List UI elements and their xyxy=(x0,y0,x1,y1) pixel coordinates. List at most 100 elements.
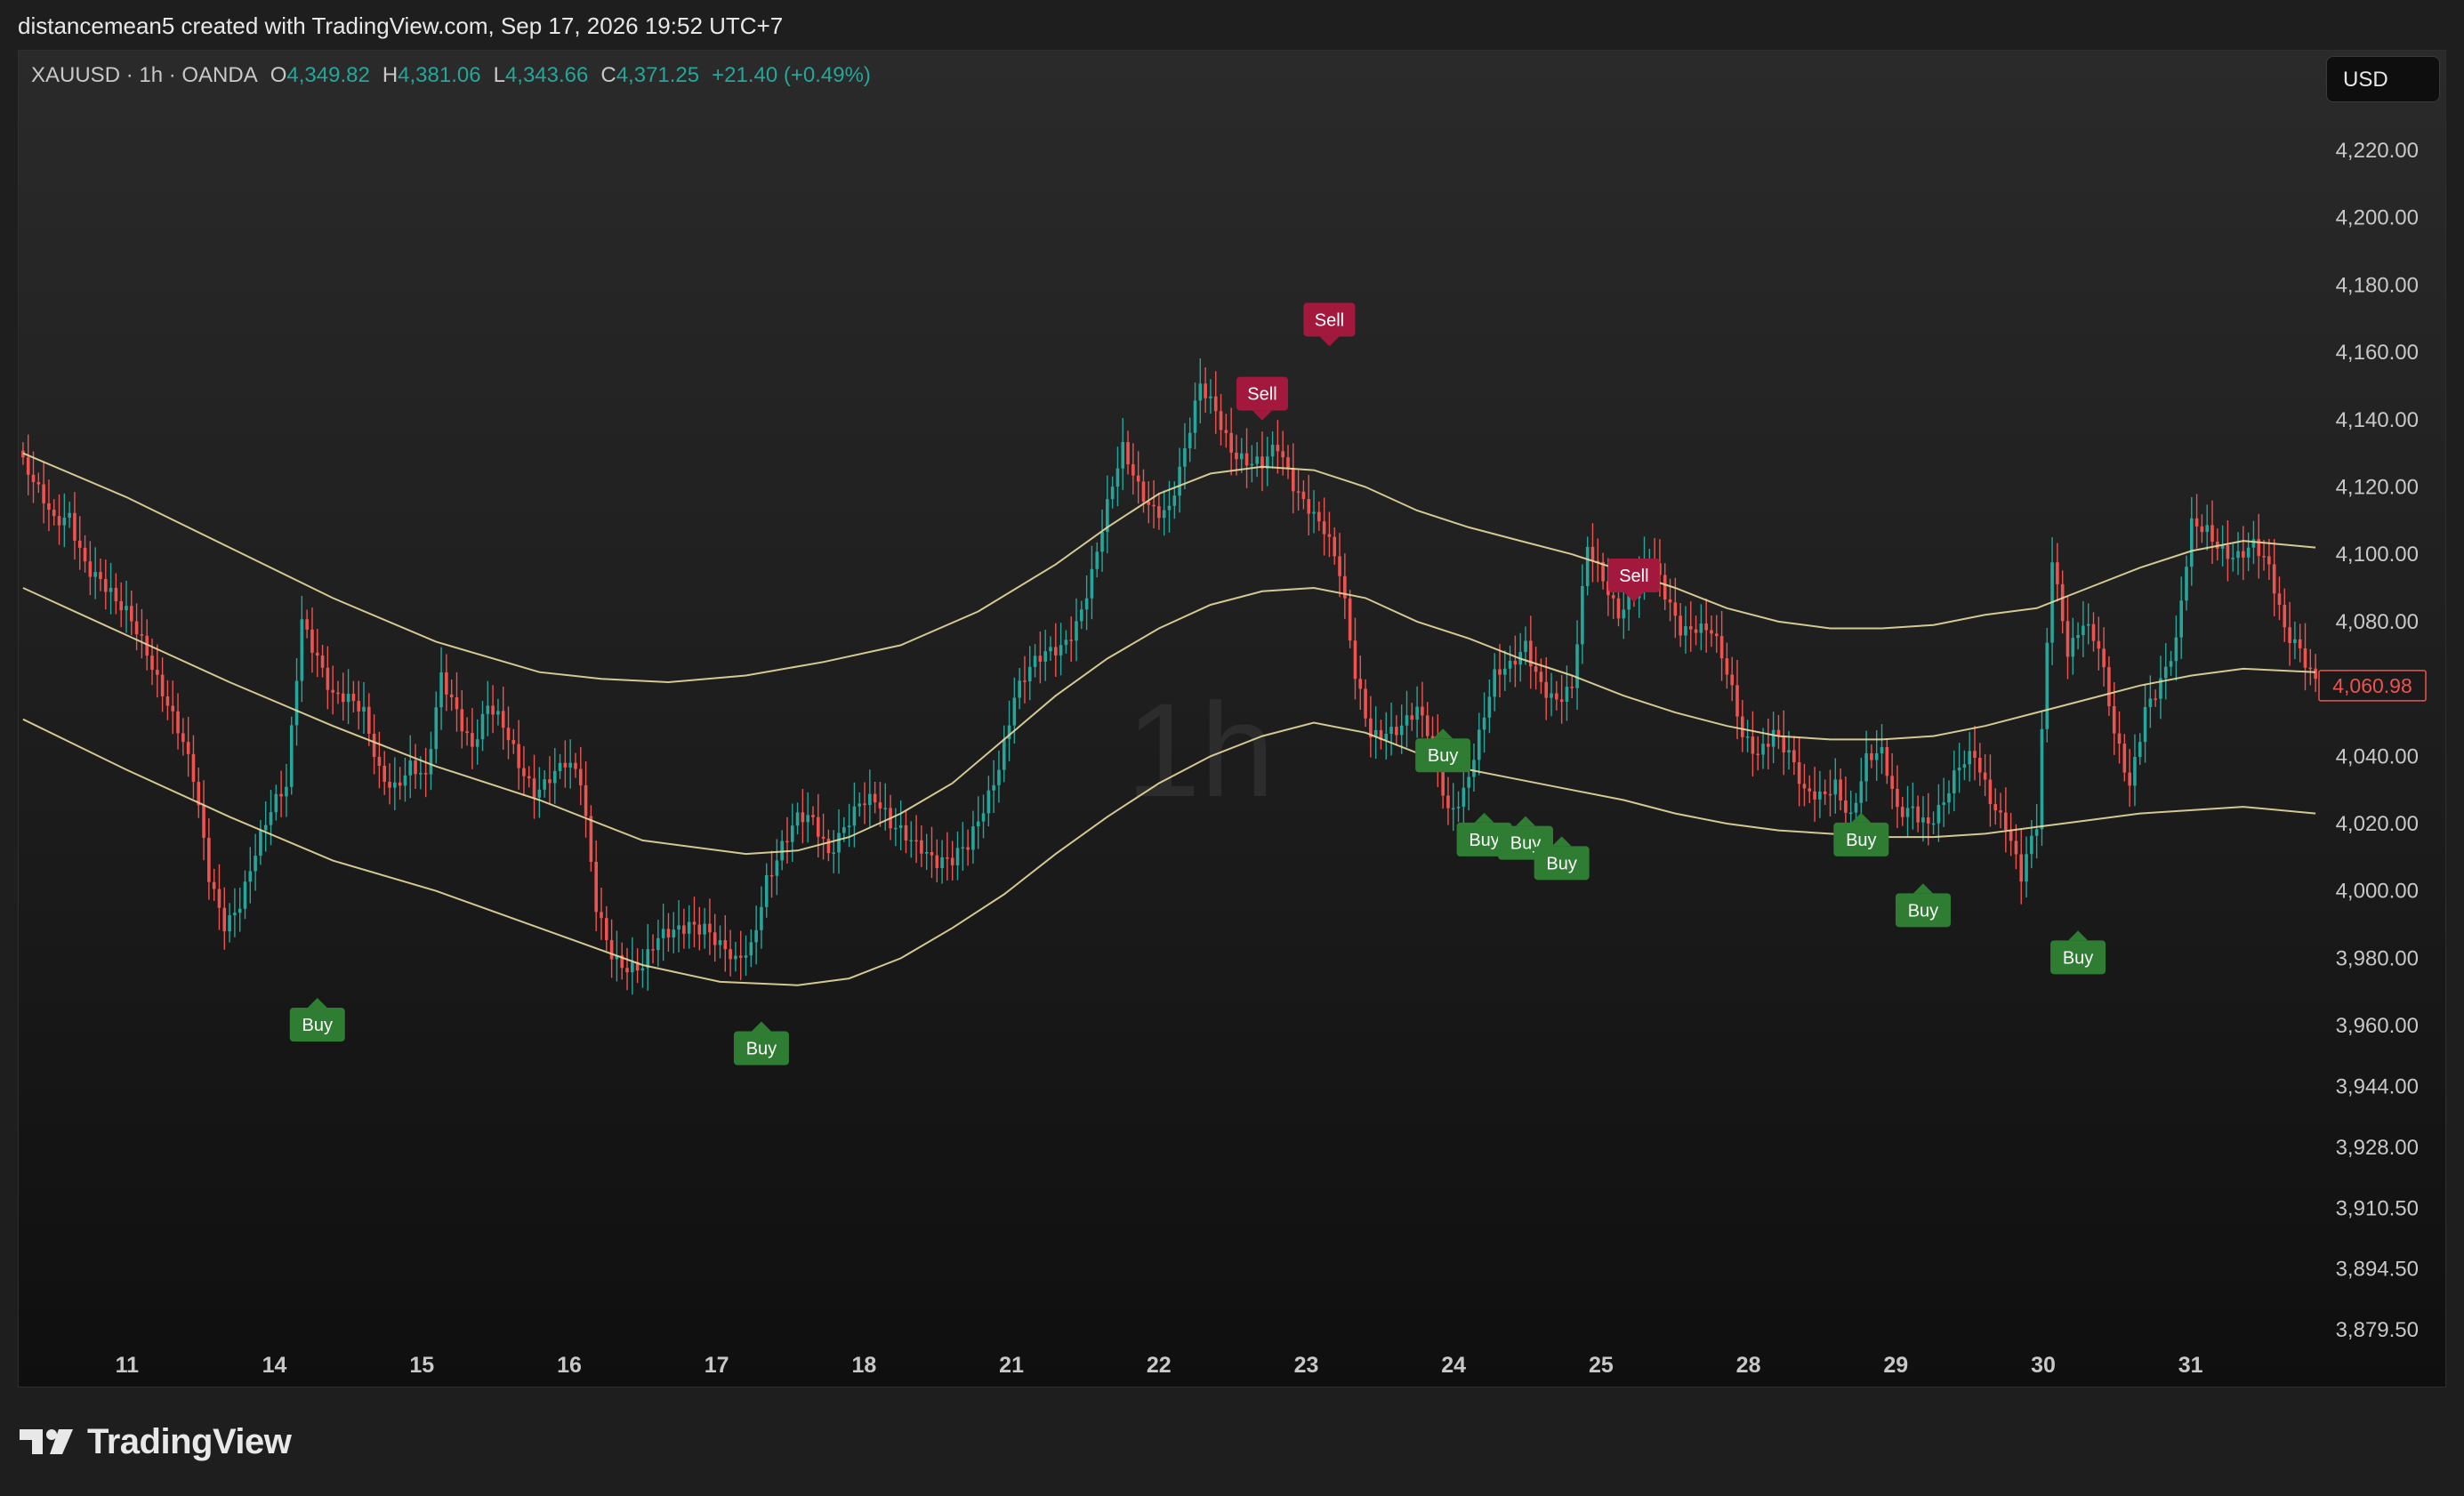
candle-body xyxy=(150,656,154,671)
price-chart[interactable]: 4,220.00 4,200.00 4,180.00 4,160.00 4,140.00… xyxy=(19,51,2446,1387)
candle-body xyxy=(99,572,102,580)
buy-signal-label: Buy xyxy=(746,1040,777,1059)
candle-body xyxy=(1802,784,1807,789)
candle-body xyxy=(1487,696,1492,718)
candle-body xyxy=(1213,396,1218,412)
candle-body xyxy=(88,561,93,577)
currency-button[interactable]: USD xyxy=(2326,56,2440,102)
candle-body xyxy=(955,848,960,865)
candle-body xyxy=(1833,779,1838,795)
candle-body xyxy=(532,778,536,798)
candle-body xyxy=(1188,432,1192,448)
candle-body xyxy=(1679,615,1682,636)
candle-body xyxy=(1012,697,1017,726)
candle-body xyxy=(1890,776,1894,789)
candle-body xyxy=(36,481,41,485)
candle-body xyxy=(1250,463,1254,466)
candle-body xyxy=(1848,812,1853,815)
candle-body xyxy=(2091,623,2096,641)
x-tick-label: 11 xyxy=(116,1353,140,1378)
candle-body xyxy=(574,762,577,769)
candle-body xyxy=(1544,681,1549,698)
candle-body xyxy=(465,731,469,734)
candle-body xyxy=(537,789,542,798)
candle-body xyxy=(1828,793,1832,796)
candle-body xyxy=(2185,567,2188,601)
candle-body xyxy=(1973,751,1977,759)
sell-signal-label: Sell xyxy=(1315,310,1344,330)
candle-body xyxy=(119,600,123,611)
symbol-info[interactable]: XAUUSD · 1h · OANDA xyxy=(31,63,258,87)
candle-body xyxy=(1999,810,2002,813)
candle-body xyxy=(1559,699,1564,703)
candle-body xyxy=(1348,598,1352,641)
candle-body xyxy=(2293,639,2297,644)
candle-body xyxy=(1916,806,1920,823)
candle-body xyxy=(439,672,443,708)
candle-body xyxy=(1581,585,1584,645)
open-label: O xyxy=(270,63,287,87)
candle-body xyxy=(1198,383,1203,401)
candle-body xyxy=(1126,442,1130,465)
candle-body xyxy=(233,913,237,916)
candle-body xyxy=(1673,602,1678,616)
candle-body xyxy=(1043,651,1047,662)
candle-body xyxy=(372,733,376,757)
candle-body xyxy=(723,940,728,950)
candle-body xyxy=(1317,511,1321,522)
candle-body xyxy=(52,510,56,517)
candle-body xyxy=(1524,640,1527,653)
tradingview-logo[interactable]: TradingView xyxy=(20,1421,292,1462)
candle-body xyxy=(594,861,599,913)
candle-body xyxy=(930,852,934,856)
candle-body xyxy=(1157,506,1161,519)
y-tick-label: 4,040.00 xyxy=(2336,744,2419,768)
candle-body xyxy=(176,711,180,734)
candle-body xyxy=(894,827,898,830)
candle-body xyxy=(548,779,552,784)
y-tick-label: 3,960.00 xyxy=(2336,1014,2419,1038)
candle-body xyxy=(940,857,944,868)
candle-body xyxy=(687,921,691,934)
candle-body xyxy=(1493,669,1496,697)
candle-body xyxy=(738,955,743,958)
candle-body xyxy=(1694,629,1698,633)
candle-body xyxy=(744,955,748,958)
candle-body xyxy=(336,692,340,695)
candle-body xyxy=(2122,744,2127,773)
candle-body xyxy=(377,756,382,766)
chart-pane[interactable]: 1h 4,220.00 4,200.00 4,180.00 4,160.00 4,140… xyxy=(18,50,2446,1387)
candle-body xyxy=(920,840,923,854)
candle-body xyxy=(1286,457,1290,468)
buy-signal-pointer xyxy=(1912,883,1933,894)
candle-body xyxy=(455,696,459,710)
candle-body xyxy=(677,925,680,930)
band-lower-line xyxy=(22,718,2316,986)
candle-body xyxy=(2242,551,2245,558)
candle-body xyxy=(1467,776,1470,788)
candle-body xyxy=(651,949,655,951)
candle-body xyxy=(1322,521,1326,535)
candle-body xyxy=(1167,505,1172,511)
candle-body xyxy=(1751,736,1755,754)
candle-body xyxy=(914,840,918,842)
y-tick-label: 3,879.50 xyxy=(2336,1318,2419,1342)
candle-body xyxy=(1059,645,1063,656)
candle-body xyxy=(357,701,360,712)
candle-body xyxy=(584,784,588,816)
candle-body xyxy=(811,815,815,817)
candle-body xyxy=(1684,626,1687,636)
candle-body xyxy=(1839,779,1842,800)
candle-body xyxy=(734,955,737,960)
candle-body xyxy=(1663,575,1667,600)
candle-body xyxy=(826,838,831,854)
candle-body xyxy=(754,929,758,943)
candle-body xyxy=(1767,744,1770,747)
candle-body xyxy=(471,733,474,747)
candle-body xyxy=(863,803,866,806)
candle-body xyxy=(821,836,825,839)
candle-body xyxy=(408,760,413,776)
sell-signal-label: Sell xyxy=(1247,385,1276,405)
y-tick-label: 4,120.00 xyxy=(2336,476,2419,500)
candle-body xyxy=(837,832,841,853)
